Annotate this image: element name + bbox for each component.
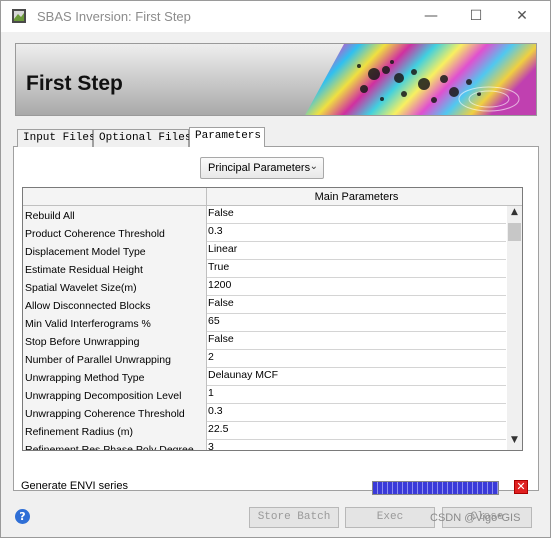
parameter-value[interactable]: 1: [207, 386, 506, 404]
grid-header: Main Parameters: [23, 188, 522, 206]
table-row: Unwrapping Method Type Delaunay MCF: [23, 368, 506, 386]
parameter-name: Unwrapping Decomposition Level: [23, 386, 207, 404]
table-row: Spatial Wavelet Size(m) 1200: [23, 278, 506, 296]
parameter-value[interactable]: True: [207, 260, 506, 278]
table-row: Refinement Res Phase Poly Degree 3: [23, 440, 506, 450]
parameters-grid: Main Parameters Rebuild All False Product …: [22, 187, 523, 451]
parameter-group-value: Principal Parameters: [208, 162, 311, 174]
parameter-value[interactable]: False: [207, 206, 506, 224]
tab-input-files[interactable]: Input Files: [17, 129, 96, 147]
scroll-up-icon[interactable]: ▲: [507, 207, 522, 221]
parameter-name: Rebuild All: [23, 206, 207, 224]
parameter-value[interactable]: 2: [207, 350, 506, 368]
close-window-button[interactable]: ✕: [499, 1, 545, 31]
tab-parameters[interactable]: Parameters: [189, 127, 265, 147]
table-row: Refinement Radius (m) 22.5: [23, 422, 506, 440]
table-row: Number of Parallel Unwrapping 2: [23, 350, 506, 368]
table-row: Displacement Model Type Linear: [23, 242, 506, 260]
window-content: First Step Input Files Optional Files Pa…: [8, 32, 544, 532]
cancel-icon[interactable]: ✕: [514, 480, 528, 494]
sbas-window: SBAS Inversion: First Step — ☐ ✕ First S…: [0, 0, 551, 538]
store-batch-button[interactable]: Store Batch: [249, 507, 339, 528]
parameter-value[interactable]: 22.5: [207, 422, 506, 440]
progress-fill: [373, 482, 498, 494]
table-row: Estimate Residual Height True: [23, 260, 506, 278]
table-row: Allow Disconnected Blocks False: [23, 296, 506, 314]
parameter-name: Unwrapping Coherence Threshold: [23, 404, 207, 422]
table-row: Rebuild All False: [23, 206, 506, 224]
parameter-name: Refinement Radius (m): [23, 422, 207, 440]
parameter-value[interactable]: 65: [207, 314, 506, 332]
grid-header-value-column: Main Parameters: [314, 191, 399, 203]
generate-envi-series-label: Generate ENVI series: [21, 480, 128, 492]
parameter-name: Min Valid Interferograms %: [23, 314, 207, 332]
grid-rows: Rebuild All False Product Coherence Thresh…: [23, 206, 506, 450]
parameter-name: Refinement Res Phase Poly Degree: [23, 440, 207, 450]
header-banner: First Step: [15, 43, 537, 116]
interferogram-image: [305, 44, 536, 115]
parameter-name: Stop Before Unwrapping: [23, 332, 207, 350]
parameter-group-select[interactable]: Principal Parameters ⌄: [200, 157, 324, 179]
title-bar[interactable]: SBAS Inversion: First Step — ☐ ✕: [1, 1, 550, 32]
table-row: Product Coherence Threshold 0.3: [23, 224, 506, 242]
grid-header-name-column: [23, 188, 207, 206]
chevron-down-icon: ⌄: [309, 161, 318, 172]
exec-button[interactable]: Exec: [345, 507, 435, 528]
grid-scrollbar[interactable]: ▲ ▼: [507, 206, 522, 450]
minimize-button[interactable]: —: [408, 1, 454, 31]
table-row: Unwrapping Coherence Threshold 0.3: [23, 404, 506, 422]
parameter-value[interactable]: Linear: [207, 242, 506, 260]
window-title: SBAS Inversion: First Step: [37, 9, 191, 24]
parameter-value[interactable]: 0.3: [207, 404, 506, 422]
table-row: Stop Before Unwrapping False: [23, 332, 506, 350]
help-icon[interactable]: ?: [15, 509, 30, 524]
parameter-value[interactable]: Delaunay MCF: [207, 368, 506, 386]
parameter-name: Product Coherence Threshold: [23, 224, 207, 242]
tab-optional-files[interactable]: Optional Files: [93, 129, 191, 147]
maximize-button[interactable]: ☐: [453, 1, 499, 31]
parameter-value[interactable]: False: [207, 332, 506, 350]
parameter-name: Spatial Wavelet Size(m): [23, 278, 207, 296]
scroll-thumb[interactable]: [508, 223, 521, 241]
banner-title: First Step: [26, 72, 123, 95]
parameter-value[interactable]: False: [207, 296, 506, 314]
parameter-value[interactable]: 0.3: [207, 224, 506, 242]
parameter-name: Unwrapping Method Type: [23, 368, 207, 386]
progress-bar: [372, 481, 499, 495]
parameter-value[interactable]: 1200: [207, 278, 506, 296]
parameter-name: Allow Disconnected Blocks: [23, 296, 207, 314]
table-row: Min Valid Interferograms % 65: [23, 314, 506, 332]
watermark: CSDN @Vigo*GIS: [430, 512, 521, 524]
parameter-name: Estimate Residual Height: [23, 260, 207, 278]
scroll-down-icon[interactable]: ▼: [507, 435, 522, 449]
parameter-name: Number of Parallel Unwrapping: [23, 350, 207, 368]
parameter-name: Displacement Model Type: [23, 242, 207, 260]
parameter-value[interactable]: 3: [207, 440, 506, 450]
table-row: Unwrapping Decomposition Level 1: [23, 386, 506, 404]
app-icon: [12, 9, 26, 23]
